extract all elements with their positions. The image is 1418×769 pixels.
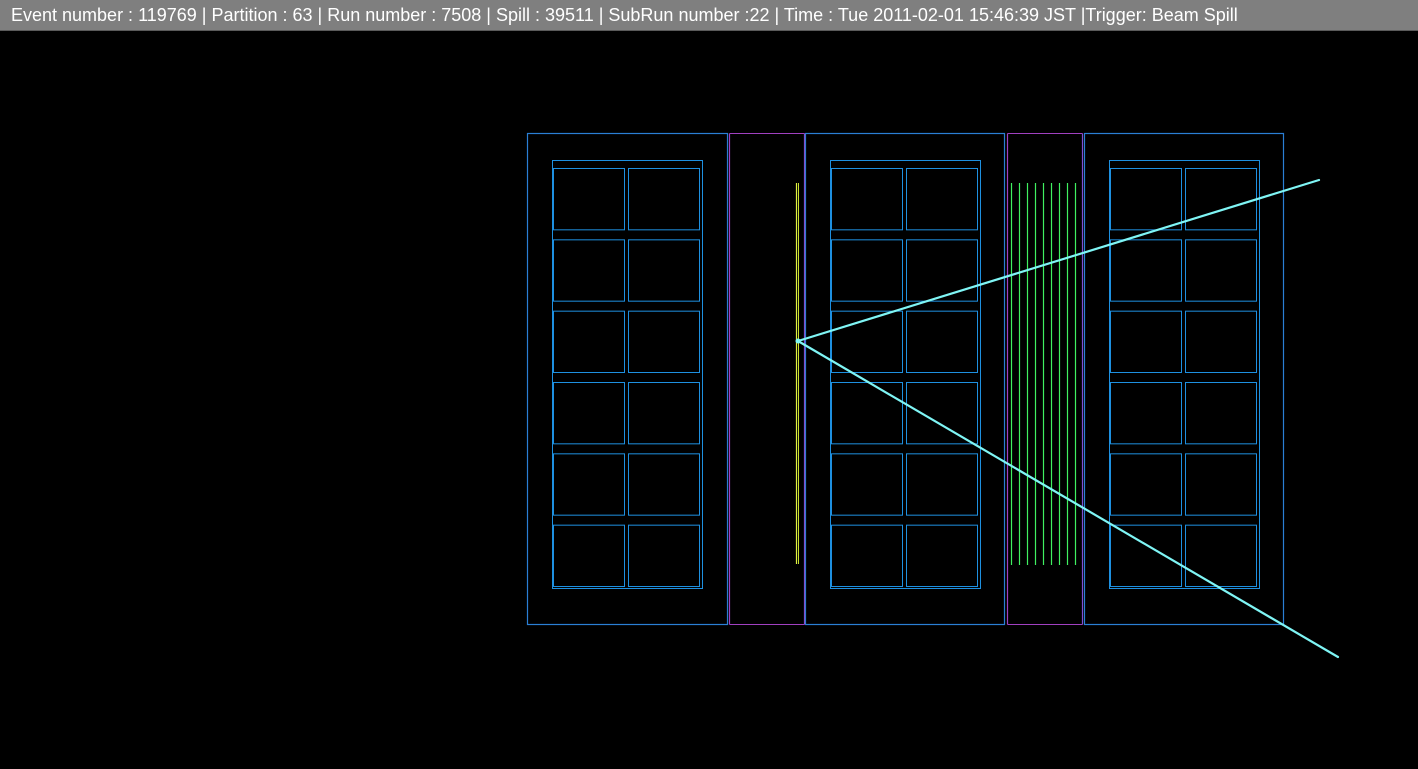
module-2-cell (831, 239, 903, 302)
module-2-cell (831, 168, 903, 231)
module-1-cell-grid (552, 160, 703, 589)
module-3-cell (1185, 168, 1257, 231)
detector-module-3 (1083, 132, 1285, 626)
module-3-cell (1110, 239, 1182, 302)
module-3-cell-grid (1109, 160, 1260, 589)
module-3-cell (1185, 453, 1257, 516)
module-1-cell (553, 168, 625, 231)
module-2-cell (906, 239, 978, 302)
module-3-cell (1185, 524, 1257, 588)
module-3-inner-outline (1109, 160, 1260, 589)
gap-region-1 (728, 133, 806, 625)
module-1-cell (628, 168, 700, 231)
module-3-cell (1185, 382, 1257, 445)
module-2-cell (906, 382, 978, 445)
module-1-cell (628, 239, 700, 302)
tracker-planes (1010, 183, 1077, 565)
module-3-cell (1110, 524, 1182, 588)
module-2-frame (804, 132, 1006, 626)
module-2-cell (906, 524, 978, 588)
detector-module-1 (526, 132, 729, 626)
gap-region-2 (1006, 133, 1084, 625)
event-display-canvas (526, 132, 1340, 659)
module-1-cell (553, 310, 625, 373)
module-1-frame (526, 132, 729, 626)
module-1-inner-outline (552, 160, 703, 589)
module-2-cell (906, 453, 978, 516)
module-2-cell (831, 453, 903, 516)
module-1-cell (628, 524, 700, 588)
module-3-cell (1110, 168, 1182, 231)
module-1-cell (553, 524, 625, 588)
event-info-bar: Event number : 119769 | Partition : 63 |… (0, 0, 1418, 31)
module-1-cell (553, 382, 625, 445)
detector-module-2 (804, 132, 1006, 626)
module-1-cell (628, 310, 700, 373)
module-2-cell (906, 168, 978, 231)
module-3-cell (1110, 382, 1182, 445)
module-1-cell (553, 239, 625, 302)
module-2-inner-outline (830, 160, 981, 589)
module-3-cell (1110, 453, 1182, 516)
module-2-cell (831, 382, 903, 445)
module-1-cell (628, 382, 700, 445)
module-3-cell (1185, 239, 1257, 302)
vertex-detector-layer (795, 183, 799, 564)
module-3-frame (1083, 132, 1285, 626)
event-info-text: Event number : 119769 | Partition : 63 |… (11, 5, 1238, 25)
module-3-cell (1110, 310, 1182, 373)
track-upper[interactable] (796, 178, 1321, 343)
interaction-vertex[interactable] (795, 338, 801, 344)
module-2-cell (906, 310, 978, 373)
module-1-cell (553, 453, 625, 516)
module-2-cell-grid (830, 160, 981, 589)
module-3-cell (1185, 310, 1257, 373)
module-1-cell (628, 453, 700, 516)
module-2-cell (831, 524, 903, 588)
event-display-viewport[interactable] (0, 32, 1418, 769)
